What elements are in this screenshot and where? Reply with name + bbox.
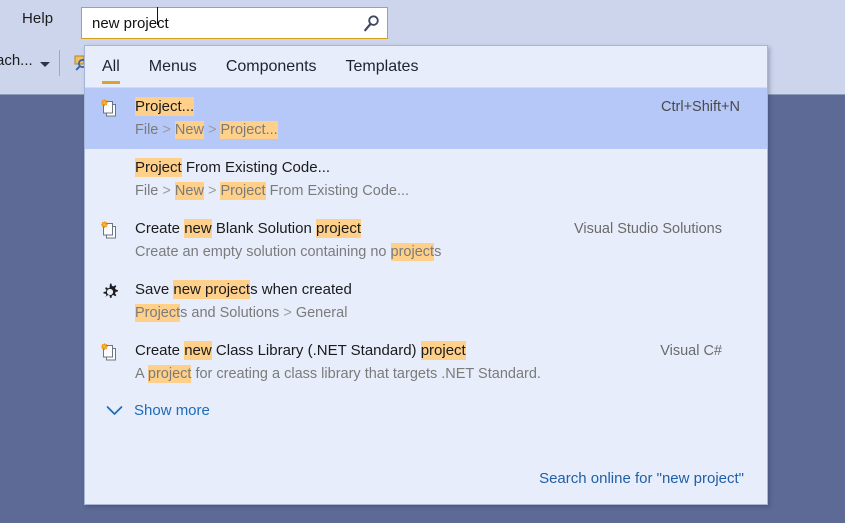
match-highlight: new	[184, 219, 212, 238]
tab-templates[interactable]: Templates	[346, 54, 432, 80]
match-highlight: project	[147, 365, 192, 383]
search-box[interactable]	[81, 7, 388, 39]
tab-components[interactable]: Components	[226, 54, 330, 80]
result-row[interactable]: Create new Class Library (.NET Standard)…	[85, 332, 767, 393]
breadcrumb-separator: >	[162, 122, 175, 138]
new-project-icon	[85, 341, 135, 363]
breadcrumb-separator: >	[283, 305, 296, 321]
toolbar-separator	[59, 50, 60, 76]
result-text: Project From Existing Code... File > New …	[135, 158, 722, 201]
match-highlight: ...	[265, 121, 278, 139]
result-subtitle: Create an empty solution containing no p…	[135, 243, 442, 261]
gear-icon	[85, 280, 135, 302]
chevron-down-icon	[106, 405, 123, 416]
match-highlight: new project	[173, 280, 251, 299]
result-subtitle: File > New > Project From Existing Code.…	[135, 182, 410, 200]
new-project-icon	[85, 97, 135, 119]
show-more-button[interactable]: Show more	[85, 402, 210, 419]
menu-item-help[interactable]: Help	[22, 10, 53, 27]
text-cursor	[157, 7, 158, 25]
result-subtitle: Projects and Solutions > General	[135, 304, 348, 322]
match-highlight: Project	[220, 121, 266, 139]
result-list: Project... File > New > Project... Ctrl+Sh…	[85, 88, 767, 393]
match-highlight: Project	[135, 158, 182, 177]
result-title: Project From Existing Code...	[135, 158, 331, 177]
tab-menus[interactable]: Menus	[149, 54, 210, 80]
filter-tabs: All Menus Components Templates	[85, 46, 767, 88]
match-highlight: Project	[135, 304, 181, 322]
match-highlight: New	[174, 182, 204, 200]
chevron-down-icon[interactable]	[40, 62, 50, 67]
match-highlight: project	[315, 219, 361, 238]
match-highlight: project	[390, 243, 435, 261]
match-highlight: new	[184, 341, 212, 360]
result-text: Create new Blank Solution project Create …	[135, 219, 574, 262]
result-category: Visual C#	[660, 343, 722, 359]
search-online-link[interactable]: Search online for "new project"	[539, 470, 744, 487]
toolbar-attach-button[interactable]: ach...	[0, 52, 33, 69]
no-icon-placeholder	[85, 158, 135, 160]
match-highlight: New	[174, 121, 204, 139]
result-subtitle: File > New > Project...	[135, 121, 278, 139]
result-shortcut: Ctrl+Shift+N	[661, 99, 740, 115]
result-title: Create new Blank Solution project	[135, 219, 361, 238]
search-input[interactable]	[82, 8, 355, 38]
result-text: Create new Class Library (.NET Standard)…	[135, 341, 660, 384]
result-text: Save new projects when created Projects a…	[135, 280, 722, 323]
search-icon[interactable]	[355, 14, 387, 33]
show-more-label: Show more	[134, 402, 210, 419]
result-title: Save new projects when created	[135, 280, 352, 299]
breadcrumb-separator: >	[162, 183, 175, 199]
result-category	[722, 280, 767, 282]
result-category: Visual Studio Solutions	[573, 221, 722, 237]
result-title: Project...	[135, 97, 661, 117]
new-project-icon	[85, 219, 135, 241]
result-row[interactable]: Save new projects when created Projects a…	[85, 271, 767, 332]
tab-all[interactable]: All	[102, 54, 133, 84]
result-row[interactable]: Project... File > New > Project... Ctrl+Sh…	[85, 88, 767, 149]
result-subtitle: A project for creating a class library t…	[135, 365, 541, 383]
result-category	[722, 158, 767, 160]
result-row[interactable]: Project From Existing Code... File > New …	[85, 149, 767, 210]
result-text: Project... File > New > Project...	[135, 97, 661, 140]
match-highlight: project	[420, 341, 466, 360]
breadcrumb-separator: >	[203, 183, 221, 199]
search-results-panel: All Menus Components Templates Project..…	[84, 45, 768, 505]
breadcrumb-separator: >	[203, 122, 221, 138]
match-highlight: Project...	[135, 97, 195, 116]
match-highlight: Project	[220, 182, 266, 200]
result-title: Create new Class Library (.NET Standard)…	[135, 341, 466, 360]
result-row[interactable]: Create new Blank Solution project Create …	[85, 210, 767, 271]
